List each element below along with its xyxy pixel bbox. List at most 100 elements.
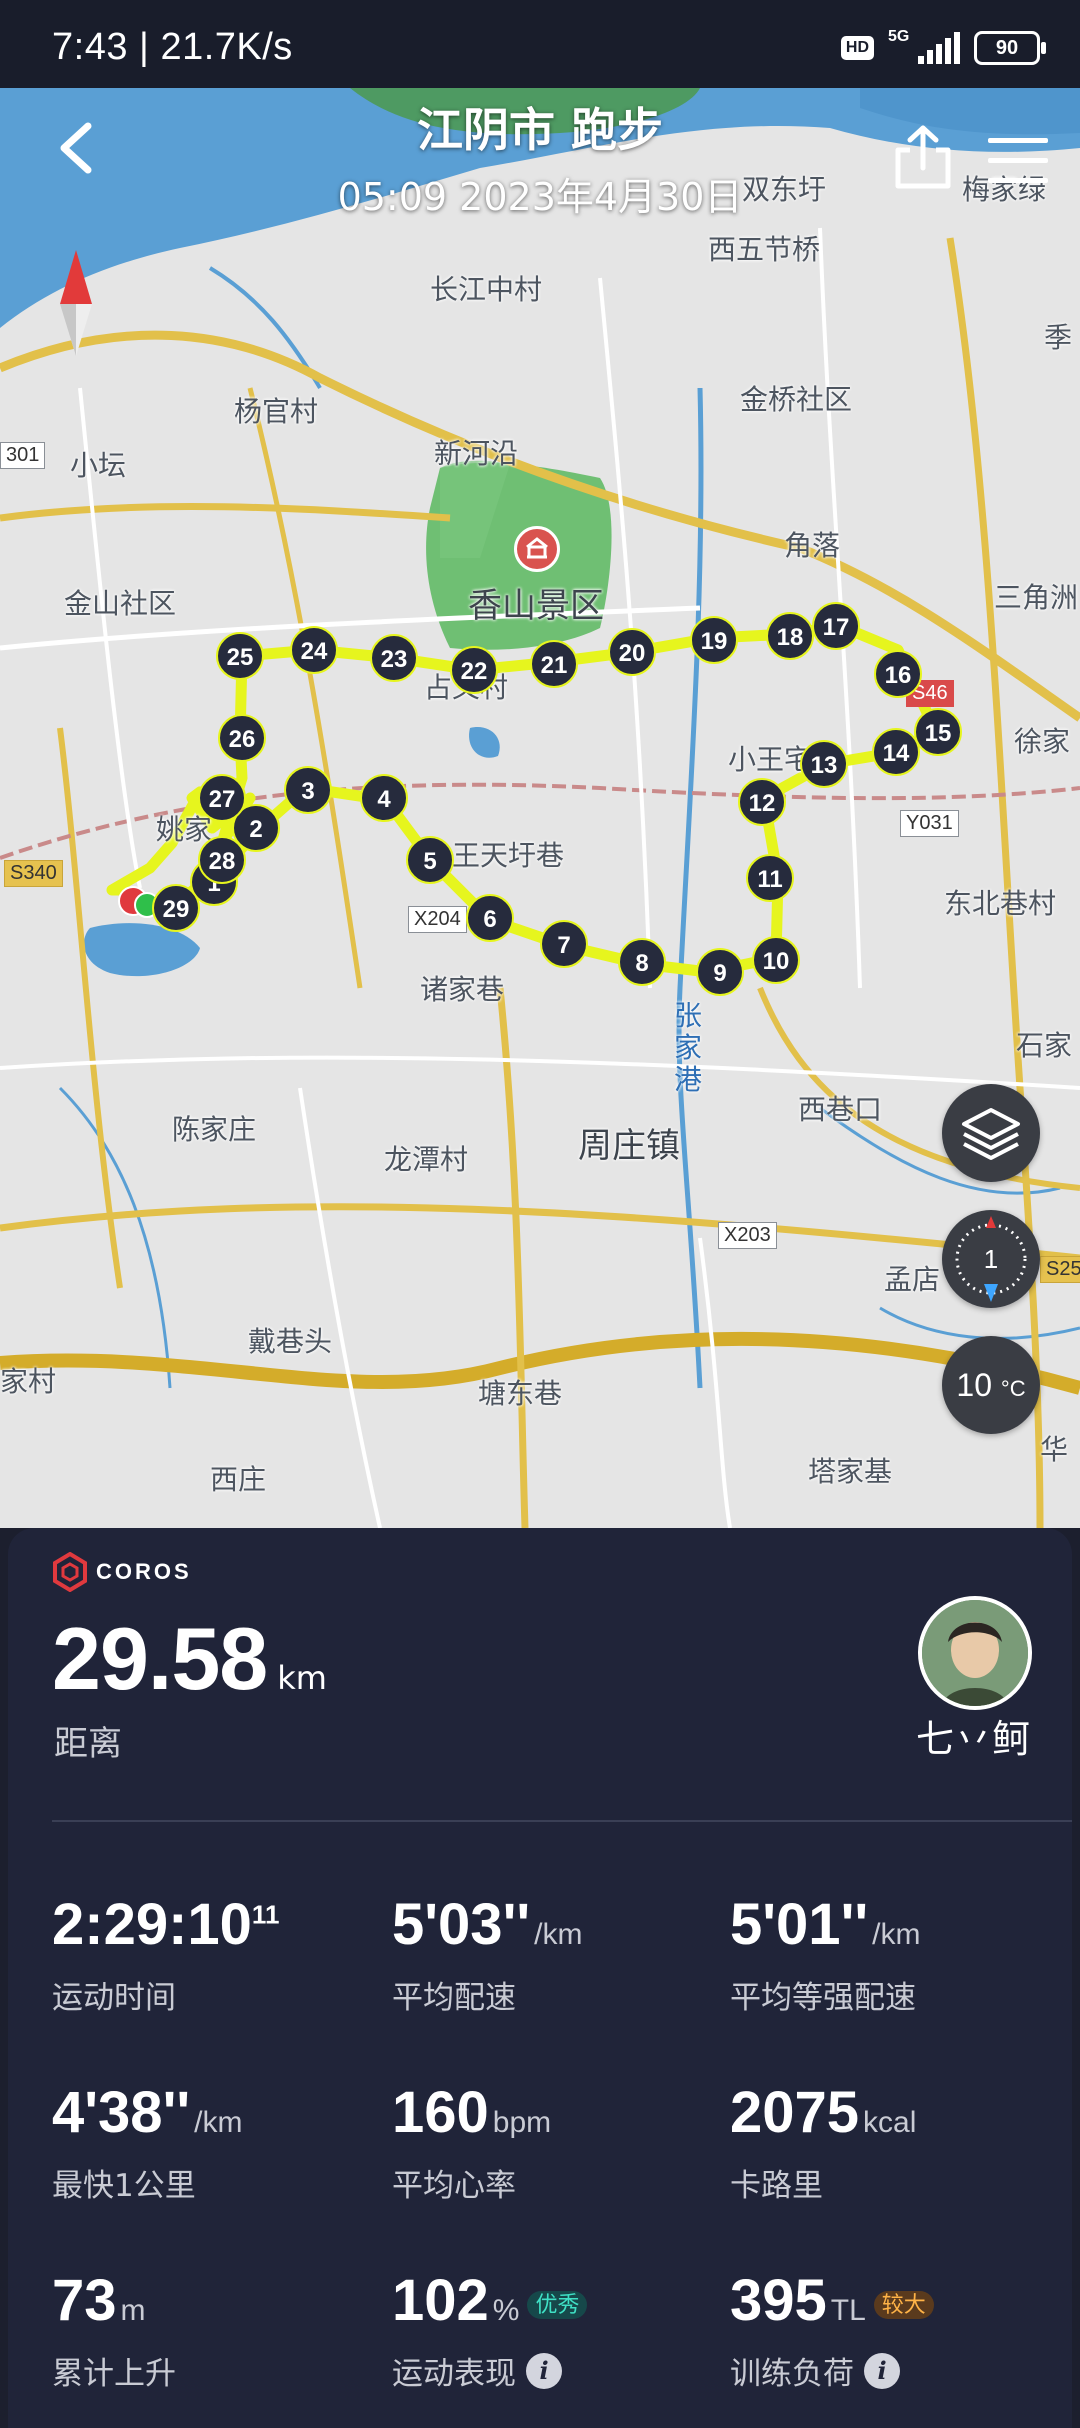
- map-label: 塘东巷: [478, 1377, 563, 1410]
- map-label: 角落: [784, 529, 841, 562]
- stat-unit: %: [492, 2294, 520, 2327]
- status-bar: 7:43 | 21.7K/s HD 5G 90: [0, 0, 1080, 88]
- km-marker-6: 6: [466, 894, 514, 942]
- layers-button[interactable]: [942, 1084, 1040, 1182]
- road-tag: 301: [0, 442, 46, 469]
- stat-value: 5'01''/km: [730, 1896, 1060, 1954]
- stat-item: 5'03''/km 平均配速: [392, 1896, 722, 2017]
- km-marker-18: 18: [766, 612, 814, 660]
- activity-summary-panel: COROS 29.58 km 距离 七丷鲄 2:29:1011 运动时间 5'03''…: [8, 1528, 1072, 2428]
- stat-value: 102% 优秀: [392, 2272, 722, 2330]
- share-button[interactable]: [890, 124, 956, 190]
- map-label: 陈家庄: [172, 1113, 257, 1146]
- menu-button[interactable]: [986, 136, 1050, 186]
- signal-icon: 5G: [888, 28, 960, 66]
- map-label: 三角洲: [994, 581, 1079, 614]
- km-marker-29: 29: [152, 884, 200, 932]
- stat-item: 5'01''/km 平均等强配速: [730, 1896, 1060, 2017]
- stat-item: 395 TL 较大训练负荷 i: [730, 2272, 1060, 2393]
- route-map[interactable]: 双东圩 梅家绿 西五节桥 长江中村 季 杨官村 金桥社区 新河沿 小坛 角落 三…: [0, 88, 1080, 1528]
- distance-value: 29.58: [52, 1609, 268, 1708]
- stat-label-text: 训练负荷: [730, 2356, 854, 2392]
- km-marker-13: 13: [800, 740, 848, 788]
- km-marker-22: 22: [450, 646, 498, 694]
- map-label: 龙潭村: [384, 1143, 469, 1176]
- avatar[interactable]: [918, 1596, 1032, 1710]
- back-button[interactable]: [48, 118, 108, 178]
- username: 七丷鲄: [915, 1717, 1030, 1761]
- road-tag: S340: [4, 860, 63, 887]
- km-marker-23: 23: [370, 634, 418, 682]
- distance-unit: km: [277, 1659, 327, 1697]
- km-marker-28: 28: [198, 836, 246, 884]
- km-marker-8: 8: [618, 938, 666, 986]
- map-label: 西五节桥: [708, 233, 821, 266]
- map-label: 西庄: [210, 1463, 267, 1496]
- map-label: 华: [1040, 1433, 1069, 1466]
- stat-number: 395: [730, 2268, 827, 2333]
- distance-label: 距离: [54, 1724, 122, 1764]
- stat-superscript: 11: [251, 1899, 280, 1930]
- info-icon[interactable]: i: [526, 2352, 562, 2389]
- stat-label: 卡路里: [730, 2160, 1060, 2205]
- battery-icon: 90: [974, 31, 1046, 65]
- weather-indicator: 10 °C: [942, 1336, 1040, 1434]
- stat-unit: /km: [194, 2106, 243, 2139]
- stat-value: 73 m: [52, 2272, 382, 2330]
- stat-label: 平均配速: [392, 1972, 722, 2017]
- map-label: 塔家基: [808, 1455, 893, 1488]
- stat-value: 5'03''/km: [392, 1896, 722, 1954]
- stat-label: 累计上升: [52, 2348, 382, 2393]
- stat-item: 2075 kcal 卡路里: [730, 2084, 1060, 2205]
- map-label: 东北巷村: [944, 887, 1057, 920]
- stat-number: 5'03'': [392, 1892, 531, 1957]
- stat-label: 平均心率: [392, 2160, 722, 2205]
- stat-number: 5'01'': [730, 1892, 869, 1957]
- map-label: 徐家: [1014, 725, 1071, 758]
- stat-value: 160 bpm: [392, 2084, 722, 2142]
- menu-icon: [988, 138, 1048, 183]
- divider: [52, 1820, 1072, 1822]
- status-time-speed: 7:43 | 21.7K/s: [52, 26, 293, 68]
- compass-value: 1: [984, 1244, 998, 1274]
- stat-number: 73: [52, 2268, 117, 2333]
- map-label: 小坛: [70, 449, 127, 482]
- temperature-value: 10: [956, 1367, 992, 1403]
- stat-unit: bpm: [492, 2106, 552, 2139]
- map-label: 家村: [0, 1365, 57, 1398]
- stat-badge: 优秀: [527, 2290, 588, 2319]
- stat-item: 160 bpm 平均心率: [392, 2084, 722, 2205]
- stat-unit: /km: [872, 1918, 921, 1951]
- stat-value: 395 TL 较大: [730, 2272, 1060, 2330]
- chevron-left-icon: [60, 122, 92, 174]
- scenic-spot-icon: [514, 526, 560, 572]
- stat-value: 4'38''/km: [52, 2084, 382, 2142]
- km-marker-19: 19: [690, 616, 738, 664]
- km-marker-9: 9: [696, 948, 744, 996]
- stat-item: 2:29:1011 运动时间: [52, 1896, 382, 2017]
- stat-number: 4'38'': [52, 2080, 191, 2145]
- map-label: 小王宅: [728, 743, 813, 776]
- stat-unit: kcal: [863, 2106, 917, 2139]
- stat-label-text: 平均配速: [392, 1980, 516, 2016]
- km-marker-17: 17: [812, 602, 860, 650]
- stat-value: 2075 kcal: [730, 2084, 1060, 2142]
- km-marker-7: 7: [540, 920, 588, 968]
- stat-label: 最快1公里: [52, 2160, 382, 2205]
- stat-label-text: 运动时间: [52, 1980, 176, 2016]
- map-label: 诸家巷: [420, 973, 505, 1006]
- map-label: 金桥社区: [740, 383, 853, 416]
- km-marker-3: 3: [284, 766, 332, 814]
- info-icon[interactable]: i: [864, 2352, 900, 2389]
- compass-button[interactable]: 1: [942, 1210, 1040, 1308]
- km-marker-26: 26: [218, 714, 266, 762]
- km-marker-20: 20: [608, 628, 656, 676]
- map-label: 金山社区: [64, 587, 177, 620]
- share-icon: [895, 125, 951, 189]
- stat-label-text: 运动表现: [392, 2356, 516, 2392]
- map-label: 季: [1044, 321, 1073, 354]
- road-tag: S25: [1040, 1256, 1080, 1283]
- stat-number: 2:29:10: [52, 1892, 252, 1957]
- stat-label: 训练负荷 i: [730, 2348, 1060, 2393]
- stat-item: 4'38''/km 最快1公里: [52, 2084, 382, 2205]
